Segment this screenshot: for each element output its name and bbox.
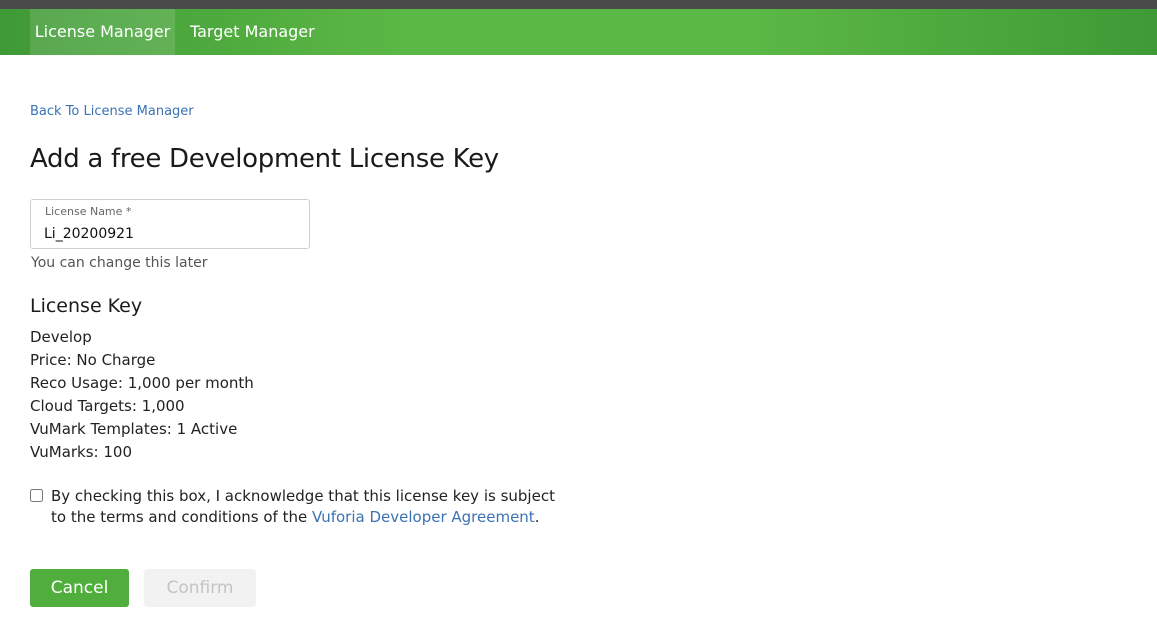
agreement-text-after: . xyxy=(534,508,540,526)
license-name-input[interactable] xyxy=(44,224,294,244)
top-nav-bar: License Manager Target Manager xyxy=(0,9,1157,55)
detail-plan: Develop xyxy=(30,328,92,346)
page-title: Add a free Development License Key xyxy=(30,144,499,174)
back-to-license-manager-link[interactable]: Back To License Manager xyxy=(30,104,194,119)
detail-reco-usage: Reco Usage: 1,000 per month xyxy=(30,374,254,392)
license-key-heading: License Key xyxy=(30,295,143,317)
detail-vumark-templates: VuMark Templates: 1 Active xyxy=(30,420,238,438)
license-name-helper-text: You can change this later xyxy=(31,255,208,271)
detail-vumarks: VuMarks: 100 xyxy=(30,443,133,461)
license-name-field[interactable]: License Name * xyxy=(30,199,310,249)
tab-target-manager[interactable]: Target Manager xyxy=(190,9,315,55)
developer-agreement-link[interactable]: Vuforia Developer Agreement xyxy=(312,508,535,526)
agreement-checkbox[interactable] xyxy=(30,489,43,502)
agreement-text: By checking this box, I acknowledge that… xyxy=(51,486,571,528)
license-name-label: License Name * xyxy=(45,205,132,218)
tab-license-manager[interactable]: License Manager xyxy=(30,9,175,55)
detail-price: Price: No Charge xyxy=(30,351,156,369)
confirm-button[interactable]: Confirm xyxy=(144,569,256,607)
window-top-strip xyxy=(0,0,1157,9)
license-key-details: Develop Price: No Charge Reco Usage: 1,0… xyxy=(30,327,254,465)
cancel-button[interactable]: Cancel xyxy=(30,569,129,607)
detail-cloud-targets: Cloud Targets: 1,000 xyxy=(30,397,185,415)
